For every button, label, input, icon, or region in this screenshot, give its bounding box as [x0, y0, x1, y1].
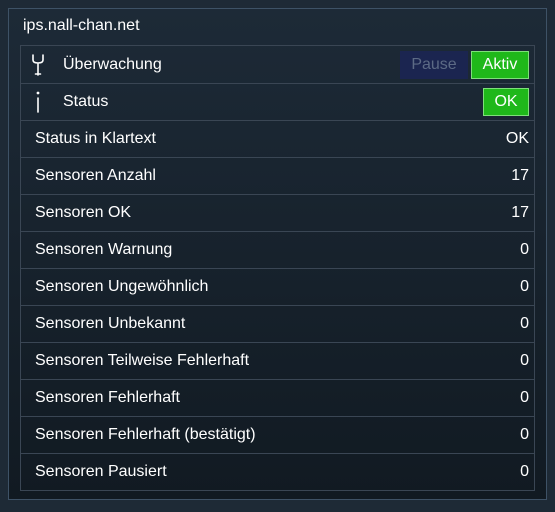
row-label: Sensoren Ungewöhnlich: [35, 278, 209, 295]
row-label: Sensoren Pausiert: [35, 463, 167, 480]
status-panel: ips.nall-chan.net Überwachung Pause Akti…: [8, 8, 547, 500]
row-value: 0: [520, 426, 529, 443]
row-label: Sensoren Fehlerhaft: [35, 389, 180, 406]
row-label: Sensoren Unbekannt: [35, 315, 186, 332]
panel-title: ips.nall-chan.net: [23, 17, 140, 34]
row-label: Sensoren OK: [35, 204, 132, 221]
table-row: Sensoren Fehlerhaft (bestätigt) 0: [21, 416, 534, 453]
row-value: 0: [520, 278, 529, 295]
table-row: Status in Klartext OK: [21, 120, 534, 157]
table-row: Sensoren Anzahl 17: [21, 157, 534, 194]
row-value: 17: [511, 167, 529, 184]
table-row: Sensoren Pausiert 0: [21, 453, 534, 490]
monitoring-row: Überwachung Pause Aktiv: [21, 46, 534, 83]
table-row: Sensoren Unbekannt 0: [21, 305, 534, 342]
row-value: 0: [520, 463, 529, 480]
status-list: Überwachung Pause Aktiv Status OK Status…: [20, 45, 535, 491]
status-ok-button[interactable]: OK: [483, 88, 529, 116]
pause-button[interactable]: Pause: [400, 50, 468, 79]
row-value: OK: [505, 130, 529, 147]
row-value: 17: [511, 204, 529, 221]
active-button[interactable]: Aktiv: [471, 50, 529, 79]
table-row: Sensoren Fehlerhaft 0: [21, 379, 534, 416]
status-label: Status: [63, 93, 109, 110]
table-row: Sensoren Teilweise Fehlerhaft 0: [21, 342, 534, 379]
wrench-icon: [21, 47, 55, 83]
monitoring-label: Überwachung: [63, 55, 162, 73]
info-icon: [21, 84, 55, 120]
row-value: 0: [520, 389, 529, 406]
row-label: Status in Klartext: [35, 130, 156, 147]
row-label: Sensoren Fehlerhaft (bestätigt): [35, 426, 256, 443]
row-label: Sensoren Teilweise Fehlerhaft: [35, 352, 250, 369]
table-row: Sensoren Warnung 0: [21, 231, 534, 268]
row-label: Sensoren Warnung: [35, 241, 173, 258]
row-value: 0: [520, 315, 529, 332]
table-row: Sensoren OK 17: [21, 194, 534, 231]
row-label: Sensoren Anzahl: [35, 167, 156, 184]
status-row: Status OK: [21, 83, 534, 120]
table-row: Sensoren Ungewöhnlich 0: [21, 268, 534, 305]
row-value: 0: [520, 241, 529, 258]
row-value: 0: [520, 352, 529, 369]
monitoring-toggle: Pause Aktiv: [400, 46, 529, 83]
status-value: OK: [483, 84, 529, 120]
